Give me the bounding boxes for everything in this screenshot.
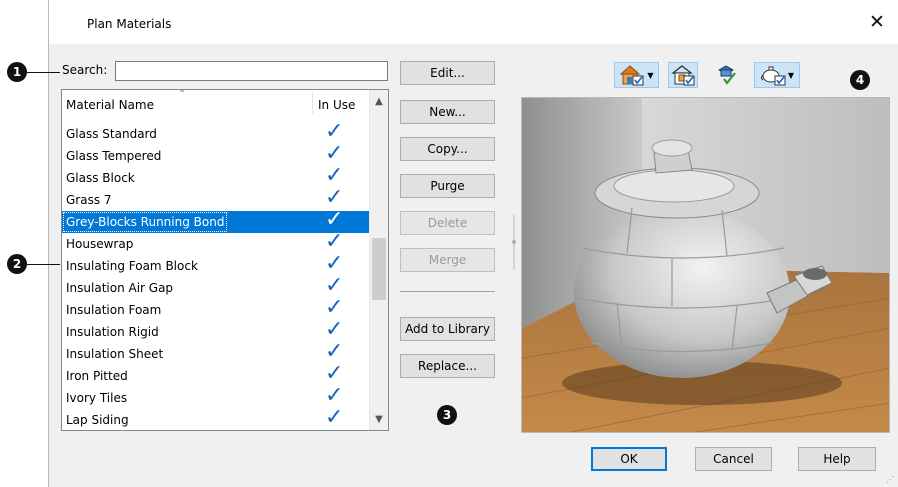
in-use-check-icon: ✓ (325, 119, 344, 144)
room-view-button[interactable] (668, 62, 698, 88)
in-use-check-icon: ✓ (325, 163, 344, 188)
list-item[interactable]: Insulation Foam ✓ (62, 295, 369, 321)
dialog-title: Plan Materials (87, 17, 172, 31)
purge-button[interactable]: Purge (400, 174, 495, 198)
close-icon[interactable]: ✕ (867, 12, 887, 32)
sort-ascending-icon: ⌃ (178, 89, 187, 100)
house-view-icon (620, 65, 644, 86)
in-use-check-icon: ✓ (325, 251, 344, 276)
scroll-thumb[interactable] (372, 238, 386, 300)
list-item[interactable]: Lap Siding ✓ (62, 405, 369, 430)
callout-badge-1: 1 (7, 62, 27, 82)
material-name: Grey-Blocks Running Bond (62, 212, 228, 232)
merge-button[interactable]: Merge (400, 248, 495, 272)
teapot-view-icon (760, 66, 786, 86)
list-item[interactable]: Iron Pitted ✓ (62, 361, 369, 387)
room-view-icon (671, 65, 695, 86)
house-view-button[interactable]: ▼ (614, 62, 659, 88)
help-button[interactable]: Help (798, 447, 876, 471)
material-name: Iron Pitted (66, 369, 128, 383)
material-preview-pane[interactable] (521, 97, 890, 433)
title-bar: Plan Materials ✕ (49, 0, 898, 44)
list-item[interactable]: Glass Block ✓ (62, 163, 369, 189)
in-use-check-icon: ✓ (325, 207, 344, 232)
in-use-check-icon: ✓ (325, 141, 344, 166)
ok-button[interactable]: OK (591, 447, 667, 471)
edit-button[interactable]: Edit... (400, 61, 495, 85)
in-use-check-icon: ✓ (325, 383, 344, 408)
callout-badge-3: 3 (437, 405, 457, 425)
scroll-up-arrow-icon[interactable]: ▲ (370, 93, 388, 110)
material-name: Insulation Rigid (66, 325, 159, 339)
list-item[interactable]: Grass 7 ✓ (62, 185, 369, 211)
material-name: Lap Siding (66, 413, 129, 427)
list-vertical-scrollbar[interactable]: ▲ ▼ (369, 90, 388, 430)
material-check-icon (717, 65, 736, 85)
teapot-dropdown-arrow-icon[interactable]: ▼ (788, 71, 794, 80)
material-name: Glass Tempered (66, 149, 162, 163)
add-to-library-button[interactable]: Add to Library (400, 317, 495, 341)
replace-button[interactable]: Replace... (400, 354, 495, 378)
in-use-check-icon: ✓ (325, 317, 344, 342)
list-item[interactable]: Glass Standard ✓ (62, 119, 369, 145)
in-use-check-icon: ✓ (325, 295, 344, 320)
material-name: Ivory Tiles (66, 391, 128, 405)
scroll-down-arrow-icon[interactable]: ▼ (370, 411, 388, 428)
search-input[interactable] (115, 61, 388, 81)
material-name: Insulation Foam (66, 303, 162, 317)
material-list[interactable]: ⌃ Material Name In Use Glass Standard ✓ Gl… (61, 89, 389, 431)
column-header-material-name[interactable]: Material Name (66, 98, 154, 112)
cancel-button[interactable]: Cancel (695, 447, 772, 471)
list-item[interactable]: Insulation Rigid ✓ (62, 317, 369, 343)
house-dropdown-arrow-icon[interactable]: ▼ (647, 71, 653, 80)
list-item[interactable]: Insulation Sheet ✓ (62, 339, 369, 365)
button-group-separator (400, 291, 495, 292)
material-name: Grass 7 (66, 193, 112, 207)
list-item[interactable]: Insulation Air Gap ✓ (62, 273, 369, 299)
delete-button[interactable]: Delete (400, 211, 495, 235)
in-use-check-icon: ✓ (325, 185, 344, 210)
in-use-check-icon: ✓ (325, 339, 344, 364)
list-header: ⌃ Material Name In Use (62, 90, 369, 116)
callout-badge-2: 2 (7, 254, 27, 274)
in-use-check-icon: ✓ (325, 361, 344, 386)
teapot-view-button[interactable]: ▼ (754, 62, 800, 88)
in-use-check-icon: ✓ (325, 273, 344, 298)
column-header-in-use[interactable]: In Use (318, 98, 355, 112)
list-item[interactable]: Insulating Foam Block ✓ (62, 251, 369, 277)
callout-leader-2 (27, 264, 60, 265)
in-use-check-icon: ✓ (325, 229, 344, 254)
column-divider[interactable] (312, 92, 313, 114)
material-name: Housewrap (66, 237, 134, 251)
list-item[interactable]: Housewrap ✓ (62, 229, 369, 255)
search-label: Search: (62, 63, 108, 77)
new-button[interactable]: New... (400, 100, 495, 124)
material-name: Insulation Sheet (66, 347, 164, 361)
teapot-preview-image (522, 98, 889, 432)
resize-grip-icon[interactable]: ⋰ (886, 475, 896, 485)
callout-leader-1 (27, 72, 60, 73)
copy-button[interactable]: Copy... (400, 137, 495, 161)
material-name: Glass Block (66, 171, 135, 185)
material-check-button[interactable] (712, 62, 742, 88)
callout-badge-4: 4 (850, 70, 870, 90)
list-item[interactable]: Glass Tempered ✓ (62, 141, 369, 167)
material-name: Insulation Air Gap (66, 281, 174, 295)
material-name: Insulating Foam Block (66, 259, 198, 273)
list-item[interactable]: Ivory Tiles ✓ (62, 383, 369, 409)
material-rows: Glass Standard ✓ Glass Tempered ✓ Glass Bloc… (62, 119, 369, 430)
list-item[interactable]: Grey-Blocks Running Bond ✓ (62, 207, 369, 233)
in-use-check-icon: ✓ (325, 405, 344, 430)
splitter-grip-icon (512, 240, 516, 244)
material-name: Glass Standard (66, 127, 157, 141)
